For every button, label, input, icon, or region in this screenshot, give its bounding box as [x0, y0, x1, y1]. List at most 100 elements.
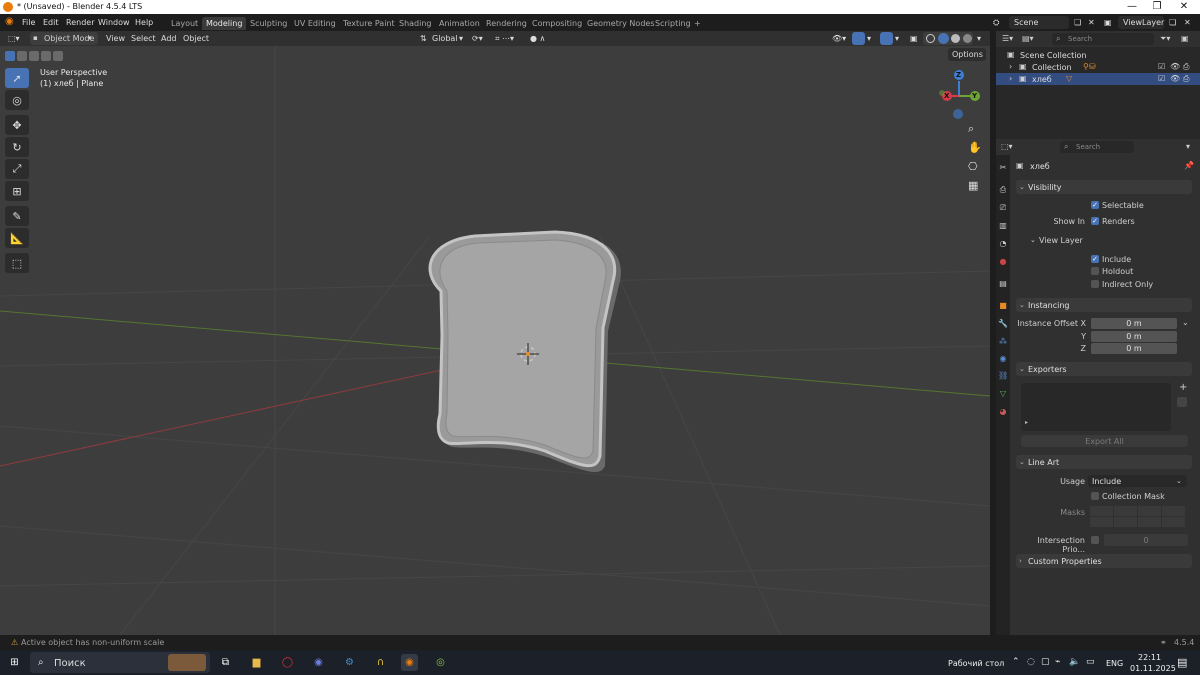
pivot-icon[interactable]: ⟳▾: [472, 34, 483, 43]
visibility-icon[interactable]: 👁▾: [832, 34, 846, 43]
physics-tab-icon[interactable]: ◉: [998, 354, 1008, 364]
language-indicator[interactable]: ENG: [1106, 659, 1123, 668]
menu-file[interactable]: File: [22, 18, 35, 27]
gizmo-toggle-icon[interactable]: [852, 32, 865, 45]
select-subtract-icon[interactable]: [29, 51, 39, 61]
tab-rendering[interactable]: Rendering: [482, 17, 531, 30]
mask-toggle-2[interactable]: [1114, 506, 1137, 516]
exporter-options-icon[interactable]: [1177, 397, 1187, 407]
render-tab-icon[interactable]: ⎙: [998, 185, 1008, 195]
view-layer-icon[interactable]: ▣: [1104, 18, 1112, 27]
renders-checkbox[interactable]: ✓: [1091, 217, 1099, 225]
blender-menu-icon[interactable]: ◉: [5, 16, 14, 27]
tab-sculpting[interactable]: Sculpting: [246, 17, 291, 30]
tool-tab-icon[interactable]: ✂: [998, 163, 1008, 173]
cursor-tool-icon[interactable]: ◎: [5, 90, 29, 110]
play-icon[interactable]: ▸: [1025, 419, 1028, 426]
collection-mask-checkbox[interactable]: [1091, 492, 1099, 500]
tab-modeling[interactable]: Modeling: [202, 17, 247, 30]
render-camera-icon[interactable]: ⎙: [1183, 62, 1189, 72]
menu-edit[interactable]: Edit: [43, 18, 59, 27]
xray-icon[interactable]: ▣: [910, 34, 918, 43]
snap-icon[interactable]: ⌗ ⋯▾: [495, 34, 514, 44]
display-mode-icon[interactable]: ▤▾: [1022, 34, 1034, 43]
select-extend-icon[interactable]: [17, 51, 27, 61]
minimize-button[interactable]: —: [1120, 0, 1144, 14]
filter-icon[interactable]: ⏷▾: [1160, 34, 1170, 44]
data-tab-icon[interactable]: ▽: [998, 389, 1008, 399]
select-invert-icon[interactable]: [41, 51, 51, 61]
options-dropdown[interactable]: Options: [948, 48, 986, 61]
intersection-priority-checkbox[interactable]: [1091, 536, 1099, 544]
world-tab-icon[interactable]: ●: [998, 257, 1008, 267]
mask-toggle-1[interactable]: [1090, 506, 1113, 516]
notifications-icon[interactable]: ▤: [1177, 656, 1187, 669]
select-new-icon[interactable]: [5, 51, 15, 61]
select-box-tool-icon[interactable]: ➚: [5, 68, 29, 88]
chevron-up-icon[interactable]: ⌃: [1012, 657, 1020, 667]
chevron-down-icon[interactable]: ▾: [895, 34, 899, 43]
selectable-checkbox[interactable]: ✓: [1091, 201, 1099, 209]
chevron-down-icon[interactable]: ▾: [1186, 142, 1190, 151]
opera-icon[interactable]: ◯: [279, 654, 296, 671]
chevron-right-icon[interactable]: ›: [1009, 74, 1012, 83]
output-tab-icon[interactable]: ⎚: [998, 203, 1008, 213]
mask-toggle-5[interactable]: [1090, 517, 1113, 527]
network-icon[interactable]: ⌁: [1055, 657, 1060, 667]
visibility-panel-header[interactable]: ⌄ Visibility: [1016, 180, 1192, 194]
clock-time[interactable]: 22:11: [1138, 653, 1161, 662]
chevron-right-icon[interactable]: ›: [1009, 62, 1012, 71]
close-button[interactable]: ✕: [1172, 0, 1196, 14]
menu-view[interactable]: View: [106, 34, 125, 43]
menu-window[interactable]: Window: [98, 18, 130, 27]
solid-shading-icon[interactable]: [938, 33, 949, 44]
desktop-label[interactable]: Рабочий стол: [948, 659, 1004, 668]
tray-app-icon[interactable]: ◌: [1027, 657, 1035, 667]
headphones-app-icon[interactable]: ∩: [372, 654, 389, 671]
gizmo-z-label[interactable]: Z: [956, 71, 961, 79]
shading-modes[interactable]: [923, 32, 973, 45]
tray-device-icon[interactable]: ▢: [1041, 657, 1050, 667]
chevron-down-icon[interactable]: ▾: [867, 34, 871, 43]
particles-tab-icon[interactable]: ⁂: [998, 337, 1008, 347]
instance-offset-y-field[interactable]: 0 m: [1091, 331, 1177, 342]
custom-properties-panel-header[interactable]: › Custom Properties: [1016, 554, 1192, 568]
view-layer-subpanel[interactable]: View Layer: [1039, 236, 1083, 245]
modifiers-tab-icon[interactable]: 🔧: [998, 319, 1008, 329]
new-collection-icon[interactable]: ▣: [1181, 34, 1189, 43]
material-shading-icon[interactable]: [951, 34, 960, 43]
proportional-edit-icon[interactable]: ● ∧: [530, 34, 545, 43]
mask-toggle-8[interactable]: [1162, 517, 1185, 527]
rendered-shading-icon[interactable]: [963, 34, 972, 43]
outliner-search-input[interactable]: ⌕ Search: [1052, 33, 1154, 45]
outliner-row-collection[interactable]: › ▣ Collection ⚲⛁ ☑ 👁 ⎙: [996, 61, 1200, 73]
chevron-down-icon[interactable]: ▾: [459, 34, 463, 43]
tab-layout[interactable]: Layout: [167, 17, 202, 30]
mask-toggle-3[interactable]: [1138, 506, 1161, 516]
delete-scene-icon[interactable]: ✕: [1088, 18, 1095, 27]
exclude-checkbox-icon[interactable]: ☑: [1158, 62, 1165, 71]
steam-icon[interactable]: ⚙: [341, 654, 358, 671]
file-explorer-icon[interactable]: ▆: [248, 654, 265, 671]
wireframe-shading-icon[interactable]: [926, 34, 935, 43]
menu-add[interactable]: Add: [161, 34, 177, 43]
pan-hand-icon[interactable]: ✋: [968, 141, 982, 154]
mask-toggle-7[interactable]: [1138, 517, 1161, 527]
tab-geometry-nodes[interactable]: Geometry Nodes: [583, 17, 658, 30]
add-exporter-button[interactable]: +: [1179, 382, 1187, 393]
new-view-layer-icon[interactable]: ❏: [1169, 18, 1176, 27]
usage-dropdown[interactable]: Include ⌄: [1088, 475, 1187, 487]
scene-selector[interactable]: Scene: [1009, 16, 1069, 29]
render-camera-icon[interactable]: ⎙: [1183, 74, 1189, 84]
rotate-tool-icon[interactable]: ↻: [5, 137, 29, 157]
taskbar-search-box[interactable]: ⌕ Поиск: [30, 652, 210, 673]
delete-view-layer-icon[interactable]: ✕: [1184, 18, 1191, 27]
menu-select[interactable]: Select: [131, 34, 156, 43]
tab-animation[interactable]: Animation: [435, 17, 484, 30]
mask-toggle-6[interactable]: [1114, 517, 1137, 527]
menu-help[interactable]: Help: [135, 18, 153, 27]
3d-viewport[interactable]: Z Y X User Perspective (1) хлеб | Plane …: [0, 46, 990, 635]
exporters-panel-header[interactable]: ⌄ Exporters: [1016, 362, 1192, 376]
selectable-checkbox-icon[interactable]: ☑: [1158, 74, 1165, 83]
task-view-icon[interactable]: ⧉: [217, 654, 234, 671]
